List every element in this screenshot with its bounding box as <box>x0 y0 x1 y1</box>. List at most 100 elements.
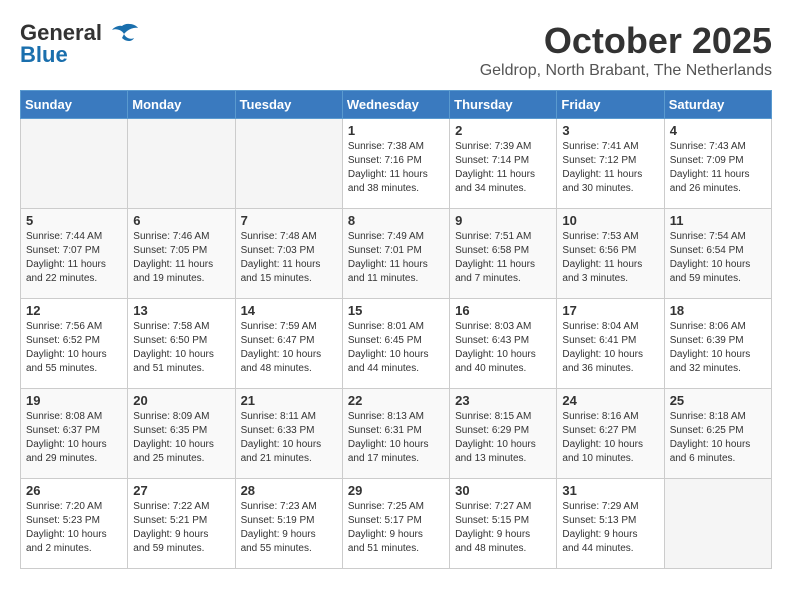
calendar-cell: 14 Sunrise: 7:59 AM Sunset: 6:47 PM Dayli… <box>235 299 342 389</box>
day-number: 10 <box>562 213 658 228</box>
calendar-cell: 16 Sunrise: 8:03 AM Sunset: 6:43 PM Dayli… <box>450 299 557 389</box>
day-number: 11 <box>670 213 766 228</box>
day-number: 26 <box>26 483 122 498</box>
day-info: Sunrise: 7:48 AM Sunset: 7:03 PM Dayligh… <box>241 230 337 286</box>
logo: General Blue <box>20 20 138 68</box>
day-number: 25 <box>670 393 766 408</box>
day-info: Sunrise: 7:46 AM Sunset: 7:05 PM Dayligh… <box>133 230 229 286</box>
weekday-header-friday: Friday <box>557 91 664 119</box>
day-info: Sunrise: 7:49 AM Sunset: 7:01 PM Dayligh… <box>348 230 444 286</box>
calendar-cell: 13Sunrise: 7:58 AM Sunset: 6:50 PM Dayli… <box>128 299 235 389</box>
calendar-cell: 6 Sunrise: 7:46 AM Sunset: 7:05 PM Daylig… <box>128 209 235 299</box>
day-number: 7 <box>241 213 337 228</box>
location-title: Geldrop, North Brabant, The Netherlands <box>480 62 772 80</box>
calendar-week-row: 1 Sunrise: 7:38 AM Sunset: 7:16 PM Daylig… <box>21 119 772 209</box>
day-info: Sunrise: 7:59 AM Sunset: 6:47 PM Dayligh… <box>241 320 337 376</box>
weekday-header-monday: Monday <box>128 91 235 119</box>
day-info: Sunrise: 7:51 AM Sunset: 6:58 PM Dayligh… <box>455 230 551 286</box>
day-info: Sunrise: 8:09 AM Sunset: 6:35 PM Dayligh… <box>133 410 229 466</box>
day-number: 16 <box>455 303 551 318</box>
calendar-cell: 28Sunrise: 7:23 AM Sunset: 5:19 PM Dayli… <box>235 479 342 569</box>
day-info: Sunrise: 8:13 AM Sunset: 6:31 PM Dayligh… <box>348 410 444 466</box>
day-info: Sunrise: 7:58 AM Sunset: 6:50 PM Dayligh… <box>133 320 229 376</box>
day-info: Sunrise: 8:03 AM Sunset: 6:43 PM Dayligh… <box>455 320 551 376</box>
day-number: 29 <box>348 483 444 498</box>
weekday-header-wednesday: Wednesday <box>342 91 449 119</box>
day-number: 17 <box>562 303 658 318</box>
day-info: Sunrise: 7:53 AM Sunset: 6:56 PM Dayligh… <box>562 230 658 286</box>
calendar-cell: 5 Sunrise: 7:44 AM Sunset: 7:07 PM Daylig… <box>21 209 128 299</box>
day-info: Sunrise: 8:18 AM Sunset: 6:25 PM Dayligh… <box>670 410 766 466</box>
day-info: Sunrise: 8:15 AM Sunset: 6:29 PM Dayligh… <box>455 410 551 466</box>
day-info: Sunrise: 8:16 AM Sunset: 6:27 PM Dayligh… <box>562 410 658 466</box>
day-info: Sunrise: 7:23 AM Sunset: 5:19 PM Dayligh… <box>241 500 337 556</box>
weekday-header-tuesday: Tuesday <box>235 91 342 119</box>
calendar-cell <box>664 479 771 569</box>
calendar-cell <box>21 119 128 209</box>
day-info: Sunrise: 7:29 AM Sunset: 5:13 PM Dayligh… <box>562 500 658 556</box>
day-info: Sunrise: 7:25 AM Sunset: 5:17 PM Dayligh… <box>348 500 444 556</box>
calendar-cell: 4 Sunrise: 7:43 AM Sunset: 7:09 PM Daylig… <box>664 119 771 209</box>
day-number: 18 <box>670 303 766 318</box>
day-number: 22 <box>348 393 444 408</box>
day-number: 5 <box>26 213 122 228</box>
calendar-cell: 29 Sunrise: 7:25 AM Sunset: 5:17 PM Dayli… <box>342 479 449 569</box>
day-info: Sunrise: 7:20 AM Sunset: 5:23 PM Dayligh… <box>26 500 122 556</box>
day-number: 1 <box>348 123 444 138</box>
calendar-cell: 15Sunrise: 8:01 AM Sunset: 6:45 PM Dayli… <box>342 299 449 389</box>
day-info: Sunrise: 8:08 AM Sunset: 6:37 PM Dayligh… <box>26 410 122 466</box>
day-number: 19 <box>26 393 122 408</box>
day-number: 27 <box>133 483 229 498</box>
title-section: October 2025 Geldrop, North Brabant, The… <box>480 20 772 80</box>
day-info: Sunrise: 7:39 AM Sunset: 7:14 PM Dayligh… <box>455 140 551 196</box>
calendar-cell: 19 Sunrise: 8:08 AM Sunset: 6:37 PM Dayli… <box>21 389 128 479</box>
calendar-table: SundayMondayTuesdayWednesdayThursdayFrid… <box>20 90 772 569</box>
calendar-cell: 18Sunrise: 8:06 AM Sunset: 6:39 PM Dayli… <box>664 299 771 389</box>
weekday-header-saturday: Saturday <box>664 91 771 119</box>
day-number: 4 <box>670 123 766 138</box>
day-number: 2 <box>455 123 551 138</box>
day-info: Sunrise: 7:44 AM Sunset: 7:07 PM Dayligh… <box>26 230 122 286</box>
day-info: Sunrise: 7:54 AM Sunset: 6:54 PM Dayligh… <box>670 230 766 286</box>
day-number: 24 <box>562 393 658 408</box>
calendar-cell: 26 Sunrise: 7:20 AM Sunset: 5:23 PM Dayli… <box>21 479 128 569</box>
day-info: Sunrise: 7:56 AM Sunset: 6:52 PM Dayligh… <box>26 320 122 376</box>
calendar-cell: 22 Sunrise: 8:13 AM Sunset: 6:31 PM Dayli… <box>342 389 449 479</box>
day-info: Sunrise: 7:22 AM Sunset: 5:21 PM Dayligh… <box>133 500 229 556</box>
weekday-header-sunday: Sunday <box>21 91 128 119</box>
day-number: 3 <box>562 123 658 138</box>
day-number: 12 <box>26 303 122 318</box>
calendar-cell <box>235 119 342 209</box>
day-number: 14 <box>241 303 337 318</box>
calendar-week-row: 5 Sunrise: 7:44 AM Sunset: 7:07 PM Daylig… <box>21 209 772 299</box>
calendar-cell: 7 Sunrise: 7:48 AM Sunset: 7:03 PM Daylig… <box>235 209 342 299</box>
calendar-cell: 17Sunrise: 8:04 AM Sunset: 6:41 PM Dayli… <box>557 299 664 389</box>
day-info: Sunrise: 8:11 AM Sunset: 6:33 PM Dayligh… <box>241 410 337 466</box>
calendar-cell: 11 Sunrise: 7:54 AM Sunset: 6:54 PM Dayli… <box>664 209 771 299</box>
calendar-cell: 20Sunrise: 8:09 AM Sunset: 6:35 PM Dayli… <box>128 389 235 479</box>
day-number: 6 <box>133 213 229 228</box>
calendar-week-row: 19 Sunrise: 8:08 AM Sunset: 6:37 PM Dayli… <box>21 389 772 479</box>
logo-bird-icon <box>106 22 138 44</box>
calendar-cell: 25 Sunrise: 8:18 AM Sunset: 6:25 PM Dayli… <box>664 389 771 479</box>
calendar-week-row: 12 Sunrise: 7:56 AM Sunset: 6:52 PM Dayli… <box>21 299 772 389</box>
day-number: 31 <box>562 483 658 498</box>
calendar-cell: 12 Sunrise: 7:56 AM Sunset: 6:52 PM Dayli… <box>21 299 128 389</box>
calendar-cell: 10 Sunrise: 7:53 AM Sunset: 6:56 PM Dayli… <box>557 209 664 299</box>
calendar-cell <box>128 119 235 209</box>
calendar-header-row: SundayMondayTuesdayWednesdayThursdayFrid… <box>21 91 772 119</box>
day-info: Sunrise: 7:38 AM Sunset: 7:16 PM Dayligh… <box>348 140 444 196</box>
calendar-cell: 3Sunrise: 7:41 AM Sunset: 7:12 PM Daylig… <box>557 119 664 209</box>
calendar-cell: 8Sunrise: 7:49 AM Sunset: 7:01 PM Daylig… <box>342 209 449 299</box>
month-title: October 2025 <box>480 20 772 62</box>
page-header: General Blue October 2025 Geldrop, North… <box>20 20 772 80</box>
day-info: Sunrise: 8:01 AM Sunset: 6:45 PM Dayligh… <box>348 320 444 376</box>
calendar-cell: 1 Sunrise: 7:38 AM Sunset: 7:16 PM Daylig… <box>342 119 449 209</box>
calendar-cell: 27 Sunrise: 7:22 AM Sunset: 5:21 PM Dayli… <box>128 479 235 569</box>
day-number: 9 <box>455 213 551 228</box>
calendar-cell: 31 Sunrise: 7:29 AM Sunset: 5:13 PM Dayli… <box>557 479 664 569</box>
day-info: Sunrise: 7:43 AM Sunset: 7:09 PM Dayligh… <box>670 140 766 196</box>
calendar-cell: 24 Sunrise: 8:16 AM Sunset: 6:27 PM Dayli… <box>557 389 664 479</box>
calendar-cell: 30Sunrise: 7:27 AM Sunset: 5:15 PM Dayli… <box>450 479 557 569</box>
day-number: 21 <box>241 393 337 408</box>
